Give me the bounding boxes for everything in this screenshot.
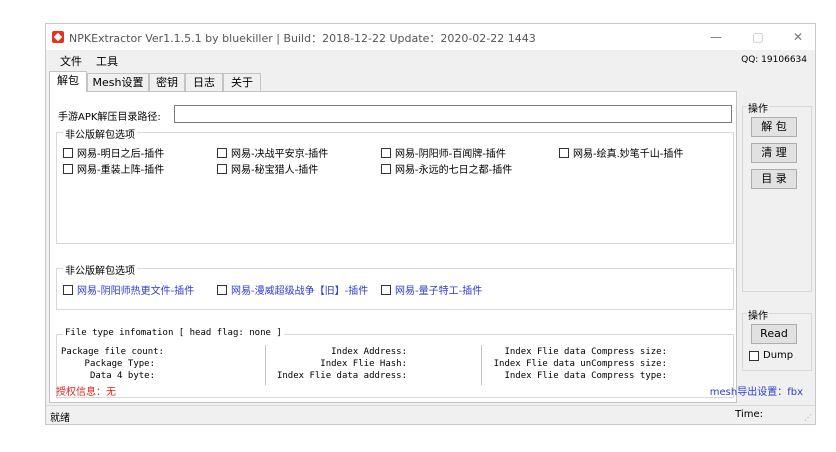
info-index-address: Index Address: [331, 347, 407, 357]
checkbox-box[interactable] [63, 163, 73, 174]
checkbox-box[interactable] [217, 163, 227, 174]
checkbox-box[interactable] [381, 147, 391, 158]
clean-button[interactable]: 清 理 [751, 143, 797, 163]
checkbox-box[interactable] [559, 147, 569, 158]
read-button[interactable]: Read [751, 324, 797, 344]
info-index-hash: Index Flie Hash: [320, 359, 407, 369]
apk-path-input[interactable] [174, 105, 732, 123]
plugin-checkbox-yys-bwp[interactable]: 网易-阴阳师-百闻牌-插件 [381, 145, 506, 160]
unpack-button[interactable]: 解 包 [751, 117, 797, 137]
operations-group-2: 操作 Read Dump [742, 307, 812, 371]
status-time: Time: [735, 409, 763, 420]
group-title: 非公版解包选项 [63, 126, 137, 141]
plugin-checkbox-yys-hotfix[interactable]: 网易-阴阳师热更文件-插件 [63, 282, 194, 297]
dump-checkbox[interactable]: Dump [749, 350, 793, 362]
operations-title: 操作 [747, 100, 769, 115]
title-bar[interactable]: NPKExtractor Ver1.1.5.1 by bluekiller | … [46, 24, 815, 50]
plugin-checkbox-jzpaj[interactable]: 网易-决战平安京-插件 [217, 145, 328, 160]
file-type-info-group: File type infomation [ head flag: none ]… [56, 328, 734, 398]
operations-group: 操作 解 包 清 理 目 录 [742, 100, 812, 292]
checkbox-label: 网易-决战平安京-插件 [231, 149, 329, 160]
checkbox-box[interactable] [63, 147, 73, 158]
checkbox-label: 网易-漫威超级战争【旧】-插件 [231, 286, 369, 297]
tab-unpack[interactable]: 解包 [49, 71, 87, 92]
checkbox-box[interactable] [217, 284, 227, 295]
tab-mesh-settings[interactable]: Mesh设置 [87, 73, 149, 91]
file-info-title: File type infomation [ head flag: none ] [63, 328, 284, 338]
menu-file[interactable]: 文件 [60, 53, 82, 69]
checkbox-box[interactable] [381, 284, 391, 295]
checkbox-box[interactable] [381, 163, 391, 174]
info-divider [481, 345, 482, 385]
unpack-panel: 手游APK解压目录路径: 非公版解包选项 网易-明日之后-插件 网易-决战平安京… [49, 91, 737, 403]
license-info: 授权信息：无 [56, 387, 116, 398]
plugin-checkbox-hz[interactable]: 网易-绘真.妙笔千山-插件 [559, 145, 683, 160]
plugin-checkbox-zzsz[interactable]: 网易-重装上阵-插件 [63, 161, 164, 176]
info-compress-type: Index Flie data Compress type: [504, 371, 667, 381]
checkbox-label: 网易-重装上阵-插件 [77, 165, 165, 176]
operations-title: 操作 [747, 307, 769, 322]
checkbox-label: 网易-量子特工-插件 [395, 286, 483, 297]
checkbox-label: 网易-永远的七日之都-插件 [395, 165, 513, 176]
tab-about[interactable]: 关于 [223, 73, 261, 91]
plugin-checkbox-qrzd[interactable]: 网易-永远的七日之都-插件 [381, 161, 512, 176]
plugin-checkbox-quantum[interactable]: 网易-量子特工-插件 [381, 282, 482, 297]
maximize-button[interactable]: □ [746, 28, 770, 46]
info-uncompress-size: Index Flie data unCompress size: [493, 359, 667, 369]
checkbox-label: Dump [763, 350, 794, 361]
plugin-checkbox-marvel[interactable]: 网易-漫威超级战争【旧】-插件 [217, 282, 368, 297]
apk-path-label: 手游APK解压目录路径: [58, 112, 161, 123]
status-bar: 就绪 Time: ⋰ [46, 405, 815, 424]
mesh-export-setting[interactable]: mesh导出设置：fbx [710, 383, 803, 398]
tab-keys[interactable]: 密钥 [149, 73, 185, 91]
info-package-count: Package file count: [61, 347, 164, 357]
info-index-data-address: Index Flie data address: [276, 371, 407, 381]
nonpublic-options-group: 非公版解包选项 网易-明日之后-插件 网易-决战平安京-插件 网易-阴阳师-百闻… [56, 126, 734, 244]
checkbox-box[interactable] [63, 284, 73, 295]
checkbox-label: 网易-阴阳师-百闻牌-插件 [395, 149, 506, 160]
nonpublic-options-group-2: 非公版解包选项 网易-阴阳师热更文件-插件 网易-漫威超级战争【旧】-插件 网易… [56, 262, 734, 310]
checkbox-label: 网易-绘真.妙笔千山-插件 [573, 149, 684, 160]
checkbox-label: 网易-秘宝猎人-插件 [231, 165, 319, 176]
info-data-4byte: Data 4 byte: [89, 371, 155, 381]
checkbox-label: 网易-明日之后-插件 [77, 149, 165, 160]
window-title: NPKExtractor Ver1.1.5.1 by bluekiller | … [69, 32, 536, 45]
info-divider [265, 345, 266, 385]
checkbox-box[interactable] [217, 147, 227, 158]
checkbox-label: 网易-阴阳师热更文件-插件 [77, 286, 195, 297]
app-logo-icon [52, 31, 64, 43]
plugin-checkbox-mrzh[interactable]: 网易-明日之后-插件 [63, 145, 164, 160]
info-package-type: Package Type: [84, 359, 155, 369]
close-button[interactable]: ✕ [786, 28, 810, 46]
app-window: NPKExtractor Ver1.1.5.1 by bluekiller | … [45, 23, 816, 425]
minimize-button[interactable]: — [704, 28, 728, 46]
info-compress-size: Index Flie data Compress size: [504, 347, 667, 357]
checkbox-box[interactable] [749, 350, 759, 361]
resize-grip-icon[interactable]: ⋰ [804, 413, 812, 422]
group-title: 非公版解包选项 [63, 262, 137, 277]
status-text: 就绪 [50, 413, 70, 424]
plugin-checkbox-mblr[interactable]: 网易-秘宝猎人-插件 [217, 161, 318, 176]
directory-button[interactable]: 目 录 [751, 169, 797, 189]
qq-contact: QQ: 19106634 [741, 55, 807, 65]
menu-bar: 文件 工具 QQ: 19106634 [46, 50, 815, 70]
menu-tools[interactable]: 工具 [96, 53, 118, 69]
tab-log[interactable]: 日志 [185, 73, 223, 91]
